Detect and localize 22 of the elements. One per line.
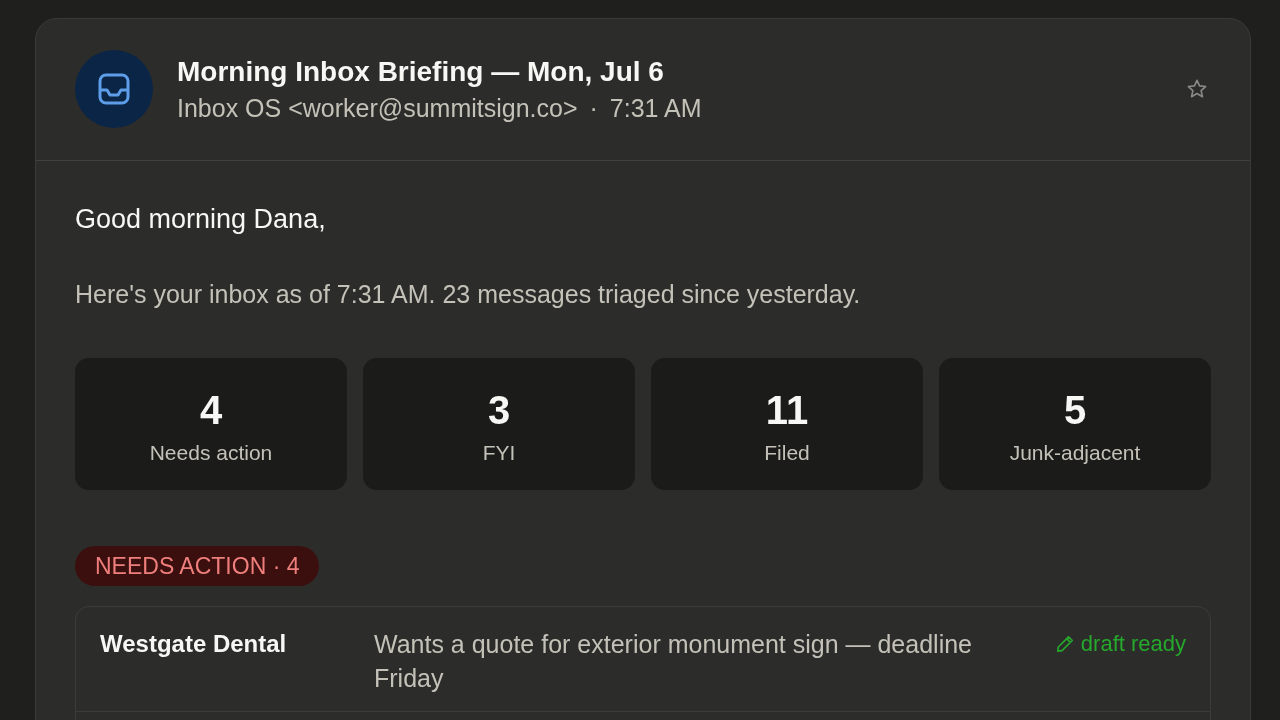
sender-name: Westgate Dental [100, 629, 287, 659]
stat-count: 5 [1063, 388, 1087, 432]
stat-label: FYI [482, 440, 516, 466]
email-subject: Morning Inbox Briefing — Mon, Jul 6 [177, 55, 665, 89]
meta-separator: · [589, 93, 598, 124]
sender-address: Inbox OS <worker@summitsign.co> [177, 93, 578, 124]
message-summary: Wants a quote for exterior monument sign — deadline Friday [374, 629, 973, 694]
stat-count: 11 [765, 388, 809, 432]
intro-text: Here's your inbox as of 7:31 AM. 23 messages triaged since yesterday. [75, 279, 862, 310]
inbox-icon [75, 50, 153, 128]
star-icon[interactable] [1186, 78, 1208, 100]
message-row[interactable]: Westgate Dental Wants a quote for exterior monument sign — deadline Friday draft ready [76, 607, 1210, 712]
stat-count: 3 [487, 388, 511, 432]
stat-label: Filed [764, 440, 810, 466]
stat-label: Junk-adjacent [1009, 440, 1141, 466]
stat-label: Needs action [149, 440, 273, 466]
pencil-icon [1055, 635, 1074, 653]
status-label[interactable]: draft ready [1080, 627, 1186, 661]
stat-count: 4 [199, 388, 223, 432]
greeting-text: Good morning Dana, [75, 203, 327, 236]
section-label: NEEDS ACTION · 4 [75, 546, 320, 586]
sent-time: 7:31 AM [609, 93, 702, 124]
